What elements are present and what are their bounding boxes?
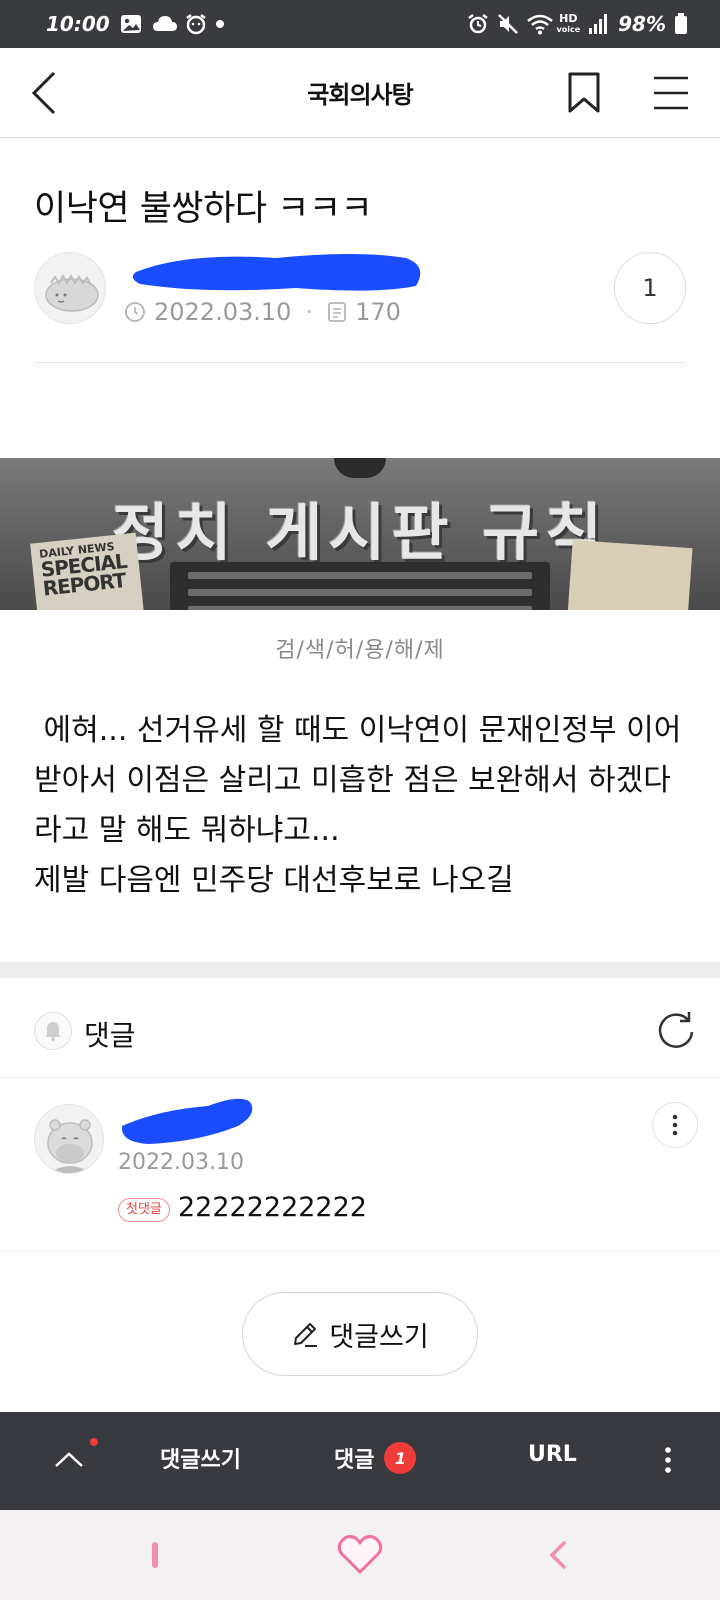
lamp-icon xyxy=(334,458,386,478)
dinosaur-avatar-icon xyxy=(45,273,99,312)
first-comment-badge: 첫댓글 xyxy=(118,1198,170,1222)
status-bar: 10:00 HD voice 98% xyxy=(0,0,720,48)
toolbar-more-button[interactable] xyxy=(650,1440,686,1480)
author-name-redaction xyxy=(126,244,428,302)
new-notification-dot xyxy=(90,1438,98,1446)
views-document-icon xyxy=(328,302,346,322)
menu-button[interactable] xyxy=(652,74,690,112)
toolbar-comments[interactable]: 댓글 1 xyxy=(334,1442,417,1474)
toolbar-comments-badge: 1 xyxy=(384,1442,417,1474)
hamburger-menu-icon xyxy=(654,76,688,110)
mute-icon xyxy=(497,13,519,35)
back-nav-button[interactable] xyxy=(546,1540,570,1570)
post-date: 2022.03.10 xyxy=(154,298,292,326)
heart-home-icon xyxy=(337,1535,383,1574)
comment-count: 1 xyxy=(642,274,658,302)
write-comment-button[interactable]: 댓글쓰기 xyxy=(242,1292,478,1376)
comment-more-button[interactable] xyxy=(652,1102,698,1148)
section-divider xyxy=(0,962,720,978)
comments-label: 댓글 xyxy=(84,1019,136,1052)
author-avatar[interactable] xyxy=(34,252,106,324)
scroll-top-button[interactable] xyxy=(48,1438,90,1480)
more-vertical-icon xyxy=(672,1114,678,1136)
system-nav-bar xyxy=(0,1510,720,1600)
cloud-icon xyxy=(152,13,177,35)
commenter-avatar[interactable] xyxy=(34,1104,104,1174)
newspaper-graphic: DAILY NEWS SPECIAL REPORT xyxy=(30,532,144,610)
alarm-app-icon xyxy=(184,13,206,35)
comment-count-button[interactable]: 1 xyxy=(614,252,686,324)
image-caption: 검/색/허/용/해/제 xyxy=(275,638,445,663)
bookmark-button[interactable] xyxy=(566,72,602,114)
battery-percent: 98% xyxy=(618,12,666,36)
comment-item: 2022.03.10 첫댓글 22222222222 xyxy=(0,1078,720,1252)
rules-banner-image[interactable]: 정치 게시판 규칙 DAILY NEWS SPECIAL REPORT xyxy=(0,458,720,610)
post-meta: 2022.03.10 · 170 xyxy=(124,298,401,326)
bottom-toolbar: 댓글쓰기 댓글 1 URL xyxy=(0,1412,720,1510)
app-header: 국회의사탕 xyxy=(0,48,720,138)
status-time: 10:00 xyxy=(46,12,110,36)
home-button[interactable] xyxy=(336,1532,384,1578)
comment-notification-button[interactable] xyxy=(34,1012,72,1050)
hippo-avatar-icon xyxy=(47,1119,93,1173)
more-vertical-icon xyxy=(665,1447,671,1473)
post-views: 170 xyxy=(355,298,401,326)
chevron-up-icon xyxy=(55,1452,83,1467)
clock-icon xyxy=(125,302,145,322)
write-comment-label: 댓글쓰기 xyxy=(329,1321,429,1353)
battery-icon xyxy=(674,13,696,35)
rules-board-graphic xyxy=(170,562,550,610)
signal-icon xyxy=(588,13,610,35)
notification-dot-icon xyxy=(215,20,224,28)
bookmark-icon xyxy=(568,72,600,113)
comment-text: 22222222222 xyxy=(178,1192,367,1223)
paper-sheets-graphic xyxy=(567,539,693,610)
commenter-name-redaction xyxy=(118,1088,268,1152)
toolbar-url[interactable]: URL xyxy=(528,1442,577,1467)
toolbar-comments-label: 댓글 xyxy=(334,1448,375,1473)
pencil-icon xyxy=(294,1323,318,1347)
hd-voice-badge: HD voice xyxy=(556,11,581,34)
wifi-icon xyxy=(526,13,553,35)
divider xyxy=(34,362,686,363)
cafe-title[interactable]: 국회의사탕 xyxy=(0,75,720,110)
alarm-clock-icon xyxy=(467,13,489,35)
post-body: 에혀... 선거유세 할 때도 이낙연이 문재인정부 이어받아서 이점은 살리고… xyxy=(34,713,682,898)
recent-apps-button[interactable] xyxy=(152,1542,158,1568)
toolbar-write-comment[interactable]: 댓글쓰기 xyxy=(160,1442,241,1474)
gallery-icon xyxy=(120,13,142,35)
refresh-icon xyxy=(658,1012,694,1048)
bell-icon xyxy=(45,1022,61,1041)
comment-date: 2022.03.10 xyxy=(118,1150,244,1175)
meta-separator: · xyxy=(305,298,314,326)
refresh-button[interactable] xyxy=(656,1010,696,1050)
comments-header: 댓글 xyxy=(0,978,720,1078)
chevron-left-icon xyxy=(549,1541,566,1569)
post-title: 이낙연 불쌍하다 ㅋㅋㅋ xyxy=(34,189,373,229)
